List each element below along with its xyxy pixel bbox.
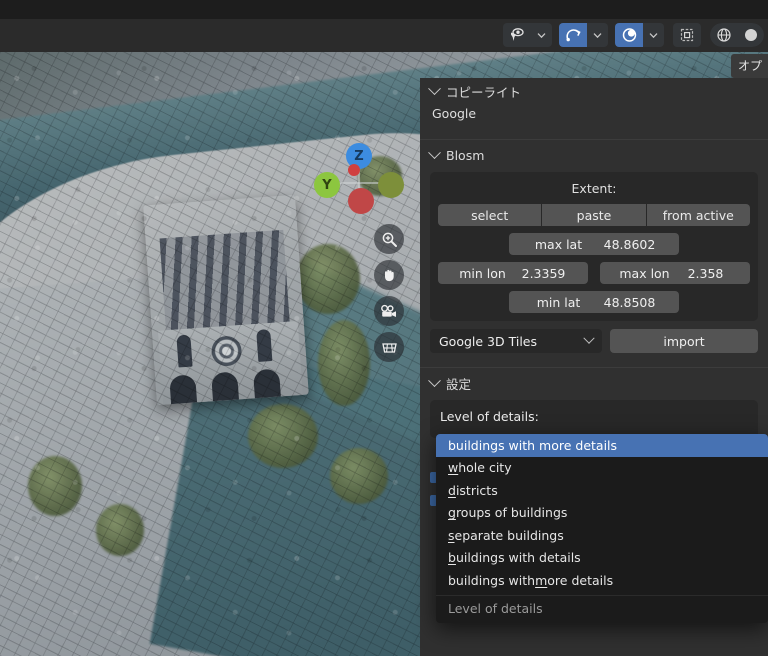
lod-option-label: istricts: [455, 482, 498, 498]
visibility-eye-icon[interactable]: [503, 23, 531, 47]
camera-view-tool-icon[interactable]: [374, 296, 404, 326]
lod-accel-char: m: [535, 572, 548, 588]
chevron-down-icon: [583, 332, 595, 344]
proportional-editing-group[interactable]: [615, 23, 664, 47]
divider: [420, 367, 768, 368]
options-label-chip: オプ: [730, 54, 768, 78]
viewport-header: [0, 19, 768, 52]
lod-option-label: eparate buildings: [454, 527, 564, 543]
lod-option-label: hole city: [458, 460, 512, 476]
pan-hand-tool-icon[interactable]: [374, 260, 404, 290]
gizmo-label-y: Y: [322, 177, 332, 193]
lod-option-label: buildings with more details: [448, 437, 618, 453]
lod-option-selected[interactable]: buildings with more details: [436, 434, 768, 457]
shading-wireframe-icon[interactable]: [710, 23, 737, 47]
copyright-body: Google: [420, 104, 768, 139]
max-lat-row: max lat 48.8602: [438, 233, 750, 255]
snap-group[interactable]: [559, 23, 608, 47]
max-lon-value: 2.358: [687, 265, 724, 281]
panel-header-copyright[interactable]: コピーライト: [420, 78, 768, 104]
chevron-down-icon: [428, 373, 441, 387]
lod-popup-footer: Level of details: [436, 594, 768, 621]
min-lat-field[interactable]: min lat 48.8508: [509, 291, 679, 313]
xray-group[interactable]: [673, 23, 701, 47]
visibility-group[interactable]: [503, 23, 552, 47]
min-lon-field[interactable]: min lon 2.3359: [438, 262, 588, 284]
extent-label: Extent:: [571, 181, 617, 196]
extent-button-row: select paste from active: [438, 204, 750, 226]
app-window: オプ Z Y コピーライト Google Blosm Extent: selec…: [0, 0, 768, 656]
viewport-tool-column[interactable]: [374, 224, 408, 362]
lod-option-label: uildings with details: [455, 550, 581, 566]
shading-mode-group[interactable]: [710, 23, 764, 47]
copyright-value: Google: [432, 106, 477, 121]
lod-option-label: buildings with: [448, 572, 536, 588]
toggle-xray-icon[interactable]: [673, 23, 701, 47]
snap-dropdown-chevron-icon[interactable]: [587, 23, 608, 47]
max-lon-label: max lon: [619, 265, 670, 281]
gizmo-axis-y-positive[interactable]: Y: [314, 172, 340, 198]
min-lat-value: 48.8508: [603, 294, 656, 310]
shading-solid-icon[interactable]: [737, 23, 764, 47]
chevron-down-icon: [428, 81, 441, 95]
panel-header-blosm[interactable]: Blosm: [420, 142, 768, 168]
lod-option-districts[interactable]: d istricts: [436, 479, 768, 502]
min-lat-label: min lat: [536, 294, 581, 310]
extent-select-button[interactable]: select: [438, 204, 542, 226]
panel-title-blosm: Blosm: [446, 147, 485, 163]
top-header-bar: [0, 0, 768, 19]
import-row: Google 3D Tiles import: [430, 329, 758, 353]
data-source-dropdown[interactable]: Google 3D Tiles: [430, 329, 602, 353]
max-lon-field[interactable]: max lon 2.358: [600, 262, 750, 284]
extent-from-active-button[interactable]: from active: [646, 204, 750, 226]
min-lat-row: min lat 48.8508: [438, 291, 750, 313]
extent-paste-button[interactable]: paste: [542, 204, 646, 226]
gizmo-axis-y-negative[interactable]: [378, 172, 404, 198]
lod-accel-char: w: [448, 460, 459, 476]
chevron-down-icon: [428, 145, 441, 159]
proportional-dropdown-chevron-icon[interactable]: [643, 23, 664, 47]
lod-option-label: roups of buildings: [455, 505, 568, 521]
lod-option-buildings-with-details[interactable]: b uildings with details: [436, 547, 768, 570]
snap-magnet-icon[interactable]: [559, 23, 587, 47]
lod-option-buildings-with-more-details[interactable]: buildings with m ore details: [436, 569, 768, 592]
lod-accel-char: g: [448, 505, 456, 521]
zoom-tool-icon[interactable]: [374, 224, 404, 254]
lod-accel-char: d: [448, 482, 456, 498]
gizmo-axis-x-positive[interactable]: [348, 188, 374, 214]
min-lon-value: 2.3359: [521, 265, 566, 281]
viewport-header-icon-group: [496, 23, 764, 47]
navigation-gizmo[interactable]: Z Y: [312, 134, 408, 216]
max-lat-value: 48.8602: [603, 236, 656, 252]
lon-row: min lon 2.3359 max lon 2.358: [438, 262, 750, 284]
divider: [420, 139, 768, 140]
orthographic-toggle-tool-icon[interactable]: [374, 332, 404, 362]
gizmo-label-z: Z: [354, 148, 364, 164]
settings-box: Level of details:: [430, 400, 758, 438]
lod-accel-char: b: [448, 550, 456, 566]
max-lat-field[interactable]: max lat 48.8602: [509, 233, 679, 255]
panel-title-copyright: コピーライト: [446, 84, 522, 100]
level-of-details-dropdown-popup[interactable]: buildings with more details w hole city d…: [436, 434, 768, 623]
data-source-value: Google 3D Tiles: [439, 333, 538, 349]
gizmo-axis-x-negative[interactable]: [348, 164, 360, 176]
visibility-dropdown-chevron-icon[interactable]: [531, 23, 552, 47]
lod-option-whole-city[interactable]: w hole city: [436, 457, 768, 480]
panel-header-settings[interactable]: 設定: [420, 370, 768, 396]
lod-option-separate-buildings[interactable]: s eparate buildings: [436, 524, 768, 547]
max-lat-label: max lat: [534, 236, 583, 252]
level-of-details-label: Level of details:: [440, 409, 539, 424]
extent-box: Extent: select paste from active max lat…: [430, 172, 758, 321]
blosm-body: Extent: select paste from active max lat…: [420, 172, 768, 361]
min-lon-label: min lon: [459, 265, 506, 281]
panel-title-settings: 設定: [446, 376, 472, 392]
import-button[interactable]: import: [610, 329, 758, 353]
lod-option-label: ore details: [547, 572, 614, 588]
lod-option-groups-of-buildings[interactable]: g roups of buildings: [436, 502, 768, 525]
proportional-editing-icon[interactable]: [615, 23, 643, 47]
